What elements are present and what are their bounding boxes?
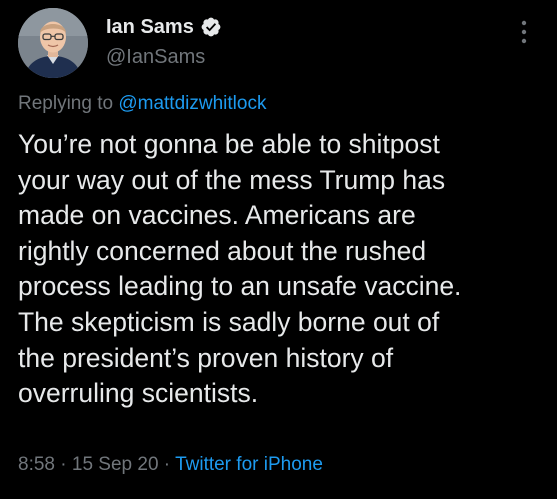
tweet: Ian Sams @IanSams Replying to @mattdizwh… <box>0 0 557 499</box>
tweet-text-line: process leading to an unsafe vaccine. <box>18 271 462 302</box>
tweet-text-line: rightly concerned about the rushed <box>18 235 427 266</box>
more-options-icon[interactable] <box>521 20 527 44</box>
tweet-meta: 8:58 · 15 Sep 20 · Twitter for iPhone <box>18 454 323 476</box>
reply-prefix: Replying to <box>18 93 119 114</box>
author-block: Ian Sams @IanSams <box>106 14 222 69</box>
verified-badge-icon <box>201 17 221 37</box>
meta-separator: · <box>158 454 176 475</box>
tweet-text-line: overruling scientists. <box>18 378 259 409</box>
name-row: Ian Sams <box>106 14 222 40</box>
tweet-time[interactable]: 8:58 <box>18 454 55 475</box>
tweet-text-line: made on vaccines. Americans are <box>18 200 416 231</box>
meta-separator: · <box>54 454 72 475</box>
display-name[interactable]: Ian Sams <box>106 16 194 39</box>
avatar-photo-icon <box>18 8 88 78</box>
tweet-text: You’re not gonna be able to shitpost you… <box>18 127 548 412</box>
tweet-source-link[interactable]: Twitter for iPhone <box>175 454 323 475</box>
tweet-text-line: You’re not gonna be able to shitpost <box>18 129 440 159</box>
tweet-text-line: The skepticism is sadly borne out of <box>18 306 440 337</box>
tweet-date[interactable]: 15 Sep 20 <box>72 454 159 475</box>
tweet-text-line: your way out of the mess Trump has <box>18 164 446 195</box>
reply-target-link[interactable]: @mattdizwhitlock <box>118 93 266 114</box>
tweet-text-line: the president’s proven history of <box>18 342 394 373</box>
avatar[interactable] <box>18 8 88 78</box>
handle[interactable]: @IanSams <box>106 46 222 69</box>
reply-context: Replying to @mattdizwhitlock <box>18 93 266 115</box>
